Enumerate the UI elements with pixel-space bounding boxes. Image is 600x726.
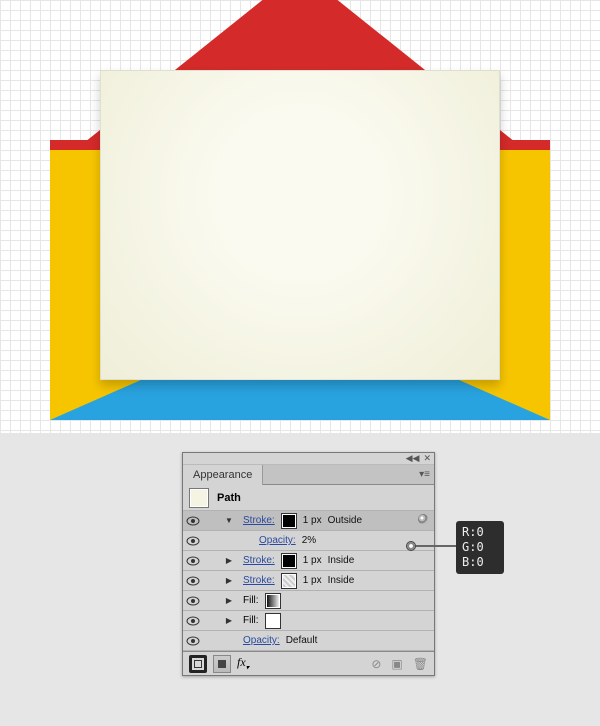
stroke-align: Inside <box>328 555 355 566</box>
disclosure-icon[interactable]: ▼ <box>221 516 237 525</box>
visibility-icon[interactable] <box>186 556 200 566</box>
fill-label: Fill: <box>243 615 259 626</box>
canvas-area <box>0 0 600 433</box>
visibility-icon[interactable] <box>186 596 200 606</box>
row-stroke-outside[interactable]: ▼ Stroke: 1 px Outside <box>183 511 434 531</box>
disclosure-icon[interactable]: ▶ <box>221 616 237 625</box>
tab-appearance[interactable]: Appearance <box>183 465 263 485</box>
stroke-label[interactable]: Stroke: <box>243 575 275 586</box>
stroke-swatch[interactable] <box>281 553 297 569</box>
row-stroke-inside-2[interactable]: ▶ Stroke: 1 px Inside <box>183 571 434 591</box>
fx-menu-button[interactable]: fx▾ <box>237 655 249 671</box>
fill-swatch[interactable] <box>265 593 281 609</box>
opacity-label[interactable]: Opacity: <box>259 535 296 546</box>
envelope-art <box>50 0 550 433</box>
stroke-align: Inside <box>328 575 355 586</box>
object-type-label: Path <box>217 492 241 504</box>
fill-label: Fill: <box>243 595 259 606</box>
appearance-rows: ▼ Stroke: 1 px Outside Opacity: 2% ▶ <box>183 511 434 651</box>
visibility-icon[interactable] <box>186 616 200 626</box>
object-thumbnail <box>189 488 209 508</box>
rgb-g: G:0 <box>462 540 498 555</box>
stroke-weight[interactable]: 1 px <box>303 555 322 566</box>
appearance-panel: ◀◀ ✕ Appearance ▾≡ Path ▼ Stroke: 1 px O… <box>182 452 435 676</box>
new-art-basic-button[interactable] <box>189 655 207 673</box>
stroke-align: Outside <box>328 515 362 526</box>
visibility-icon[interactable] <box>186 536 200 546</box>
disclosure-icon[interactable]: ▶ <box>221 556 237 565</box>
stroke-swatch[interactable] <box>281 573 297 589</box>
no-icon[interactable]: ⊘ <box>371 657 381 671</box>
panel-footer: fx▾ ⊘ ▣ 🗑 <box>183 651 434 675</box>
panel-tabs: Appearance ▾≡ <box>183 465 434 485</box>
stroke-label[interactable]: Stroke: <box>243 555 275 566</box>
duplicate-icon[interactable]: ▣ <box>391 657 402 671</box>
stroke-label[interactable]: Stroke: <box>243 515 275 526</box>
row-fill-white[interactable]: ▶ Fill: <box>183 611 434 631</box>
rgb-b: B:0 <box>462 555 498 570</box>
fill-swatch[interactable] <box>265 613 281 629</box>
stroke-swatch[interactable] <box>281 513 297 529</box>
callout-leader <box>412 545 456 547</box>
stroke-weight[interactable]: 1 px <box>303 575 322 586</box>
collapse-icon[interactable]: ◀◀ <box>406 454 420 463</box>
trash-icon[interactable]: 🗑 <box>413 657 428 671</box>
visibility-icon[interactable] <box>186 516 200 526</box>
row-stroke-inside-1[interactable]: ▶ Stroke: 1 px Inside <box>183 551 434 571</box>
visibility-icon[interactable] <box>186 576 200 586</box>
opacity-value: Default <box>286 635 318 646</box>
object-header-row: Path <box>183 485 434 511</box>
panel-topbar[interactable]: ◀◀ ✕ <box>183 453 434 465</box>
opacity-value: 2% <box>302 535 316 546</box>
opacity-label[interactable]: Opacity: <box>243 635 280 646</box>
panel-menu-icon[interactable]: ▾≡ <box>419 469 430 480</box>
letter-paper <box>100 70 500 380</box>
row-opacity-default[interactable]: Opacity: Default <box>183 631 434 651</box>
clear-appearance-button[interactable] <box>213 655 231 673</box>
rgb-r: R:0 <box>462 525 498 540</box>
visibility-icon[interactable] <box>186 636 200 646</box>
disclosure-icon[interactable]: ▶ <box>221 576 237 585</box>
target-icon[interactable] <box>418 514 428 524</box>
workspace-bottom: ◀◀ ✕ Appearance ▾≡ Path ▼ Stroke: 1 px O… <box>0 433 600 726</box>
disclosure-icon[interactable]: ▶ <box>221 596 237 605</box>
close-icon[interactable]: ✕ <box>423 454 431 463</box>
rgb-callout: R:0 G:0 B:0 <box>456 521 504 574</box>
row-opacity-child[interactable]: Opacity: 2% <box>183 531 434 551</box>
stroke-weight[interactable]: 1 px <box>303 515 322 526</box>
row-fill-gradient[interactable]: ▶ Fill: <box>183 591 434 611</box>
